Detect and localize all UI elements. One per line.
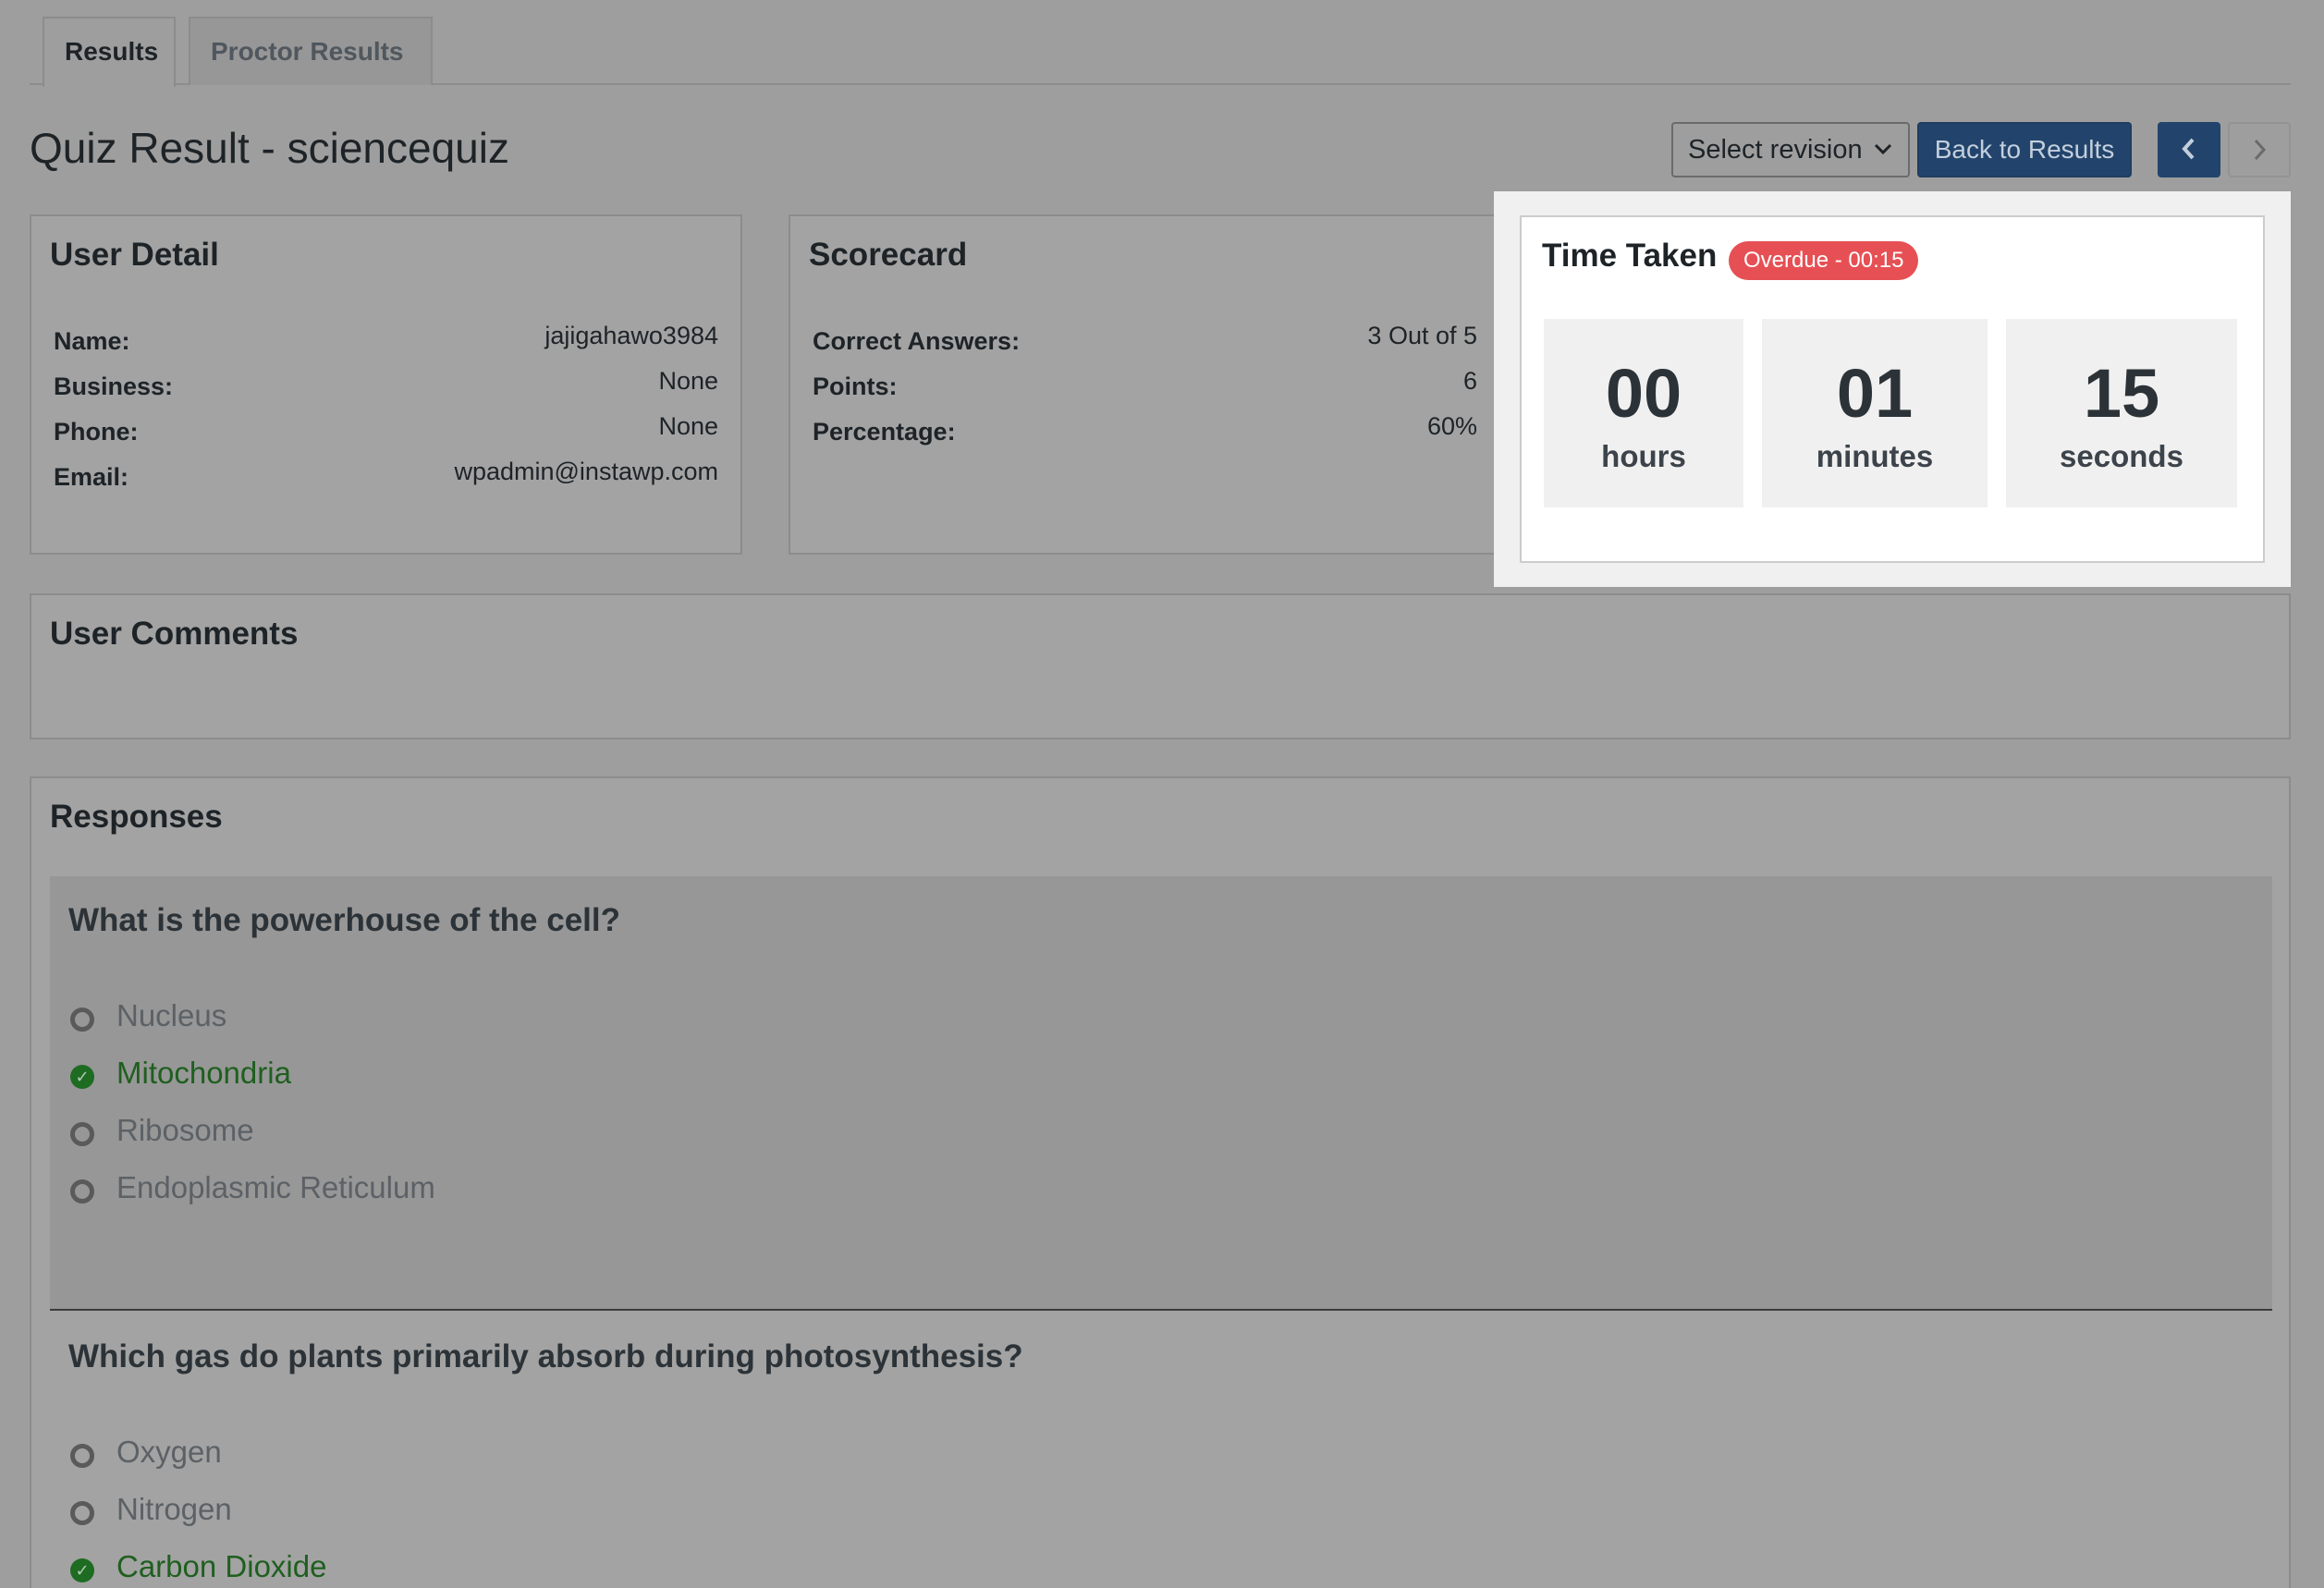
minutes-label: minutes xyxy=(1816,439,1934,473)
time-taken-card: Time Taken Overdue - 00:15 00 hours 01 m… xyxy=(1520,215,2265,563)
row-value: jajigahawo3984 xyxy=(544,322,718,349)
row-value: wpadmin@instawp.com xyxy=(454,458,718,485)
hours-label: hours xyxy=(1601,439,1686,473)
row-label: Business: xyxy=(54,373,174,400)
option-label: Mitochondria xyxy=(116,1056,291,1090)
radio-icon xyxy=(70,1179,94,1203)
question-text: Which gas do plants primarily absorb dur… xyxy=(68,1338,1023,1374)
question-block: Which gas do plants primarily absorb dur… xyxy=(50,1313,2272,1588)
option-label: Endoplasmic Reticulum xyxy=(116,1170,435,1204)
row-value: 6 xyxy=(1462,367,1477,395)
radio-icon xyxy=(70,1122,94,1146)
user-business-row: Business: None xyxy=(54,367,718,404)
seconds-value: 15 xyxy=(2083,355,2160,432)
row-value: None xyxy=(658,412,718,440)
responses-card: Responses What is the powerhouse of the … xyxy=(30,776,2291,1588)
user-phone-row: Phone: None xyxy=(54,412,718,449)
responses-title: Responses xyxy=(50,799,223,835)
row-label: Correct Answers: xyxy=(813,327,1021,355)
correct-answers-row: Correct Answers: 3 Out of 5 xyxy=(813,322,1477,359)
row-label: Email: xyxy=(54,463,129,491)
chevron-left-icon xyxy=(2182,138,2195,160)
question-text: What is the powerhouse of the cell? xyxy=(68,902,620,938)
radio-icon xyxy=(70,1008,94,1032)
tab-results[interactable]: Results xyxy=(43,17,176,87)
points-row: Points: 6 xyxy=(813,367,1477,404)
option-label: Oxygen xyxy=(116,1435,222,1469)
check-circle-icon: ✓ xyxy=(70,1065,94,1089)
row-label: Percentage: xyxy=(813,418,956,446)
row-value: 60% xyxy=(1426,412,1477,440)
option-label: Nitrogen xyxy=(116,1492,232,1526)
minutes-value: 01 xyxy=(1836,355,1914,432)
revision-select[interactable]: Select revision xyxy=(1671,122,1910,177)
radio-icon xyxy=(70,1444,94,1468)
check-circle-icon: ✓ xyxy=(70,1558,94,1582)
seconds-label: seconds xyxy=(2060,439,2183,473)
overdue-badge: Overdue - 00:15 xyxy=(1729,241,1919,280)
page-title: Quiz Result - sciencequiz xyxy=(30,124,509,172)
option-label: Nucleus xyxy=(116,998,227,1032)
user-name-row: Name: jajigahawo3984 xyxy=(54,322,718,359)
chevron-down-icon xyxy=(1873,124,1893,195)
row-label: Phone: xyxy=(54,418,139,446)
user-detail-title: User Detail xyxy=(50,237,219,273)
radio-icon xyxy=(70,1501,94,1525)
user-comments-title: User Comments xyxy=(50,616,299,652)
revision-select-label: Select revision xyxy=(1688,135,1863,165)
row-value: 3 Out of 5 xyxy=(1367,322,1477,349)
scorecard-card: Scorecard Correct Answers: 3 Out of 5 Po… xyxy=(789,214,1501,555)
row-label: Name: xyxy=(54,327,130,355)
time-taken-highlight: Time Taken Overdue - 00:15 00 hours 01 m… xyxy=(1494,191,2291,587)
user-detail-card: User Detail Name: jajigahawo3984 Busines… xyxy=(30,214,742,555)
tab-bar: Results Proctor Results xyxy=(30,17,2291,87)
time-taken-title: Time Taken xyxy=(1542,238,1718,274)
hours-value: 00 xyxy=(1605,355,1682,432)
tab-proctor-results[interactable]: Proctor Results xyxy=(189,17,433,85)
next-result-button[interactable] xyxy=(2228,122,2291,177)
user-comments-card: User Comments xyxy=(30,593,2291,739)
row-value: None xyxy=(658,367,718,395)
seconds-box: 15 seconds xyxy=(2006,319,2237,507)
user-email-row: Email: wpadmin@instawp.com xyxy=(54,458,718,495)
previous-result-button[interactable] xyxy=(2158,122,2220,177)
back-to-results-button[interactable]: Back to Results xyxy=(1917,122,2132,177)
scorecard-title: Scorecard xyxy=(809,237,968,273)
question-block: What is the powerhouse of the cell? Nucl… xyxy=(50,876,2272,1311)
minutes-box: 01 minutes xyxy=(1762,319,1988,507)
option-label: Carbon Dioxide xyxy=(116,1549,327,1583)
option-label: Ribosome xyxy=(116,1113,254,1147)
row-label: Points: xyxy=(813,373,898,400)
chevron-right-icon xyxy=(2254,139,2267,161)
hours-box: 00 hours xyxy=(1544,319,1743,507)
percentage-row: Percentage: 60% xyxy=(813,412,1477,449)
